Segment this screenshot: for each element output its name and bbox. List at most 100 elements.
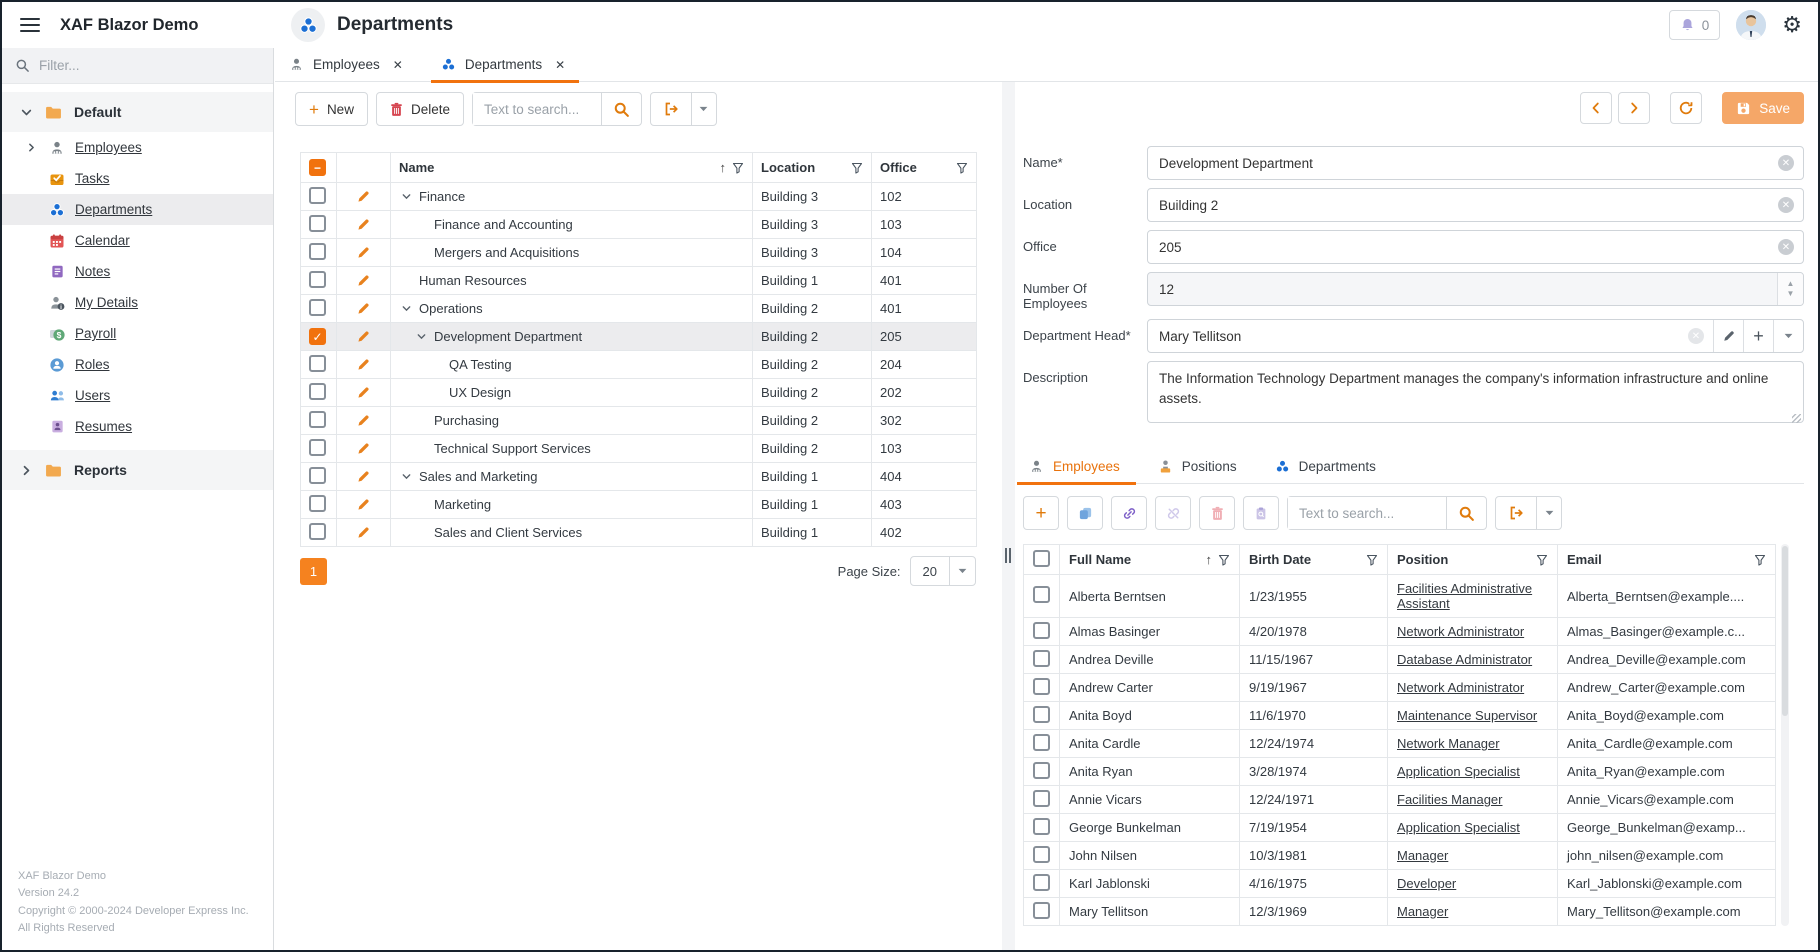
add-lookup-button[interactable]: + [1743,320,1773,352]
filter-icon[interactable] [1218,554,1230,566]
row-checkbox[interactable] [1033,586,1050,603]
row-checkbox[interactable] [309,271,326,288]
detail-tab-employees[interactable]: Employees [1029,450,1120,484]
edit-button[interactable] [337,323,391,351]
clone-button[interactable] [1067,496,1103,530]
table-row[interactable]: Andrea Deville 11/15/1967 Database Admin… [1024,646,1776,674]
column-header-position[interactable]: Position [1388,545,1558,575]
position-link[interactable]: Maintenance Supervisor [1397,708,1537,723]
sidebar-item-employees[interactable]: Employees [2,132,273,163]
edit-button[interactable] [337,239,391,267]
employees-count-input[interactable] [1148,282,1777,297]
description-textarea[interactable]: The Information Technology Department ma… [1147,361,1804,423]
row-checkbox[interactable] [1033,706,1050,723]
position-link[interactable]: Application Specialist [1397,764,1520,779]
save-button[interactable]: Save [1722,92,1804,124]
edit-button[interactable] [337,379,391,407]
export-button[interactable] [651,93,691,125]
sidebar-item-resumes[interactable]: Resumes [2,411,273,442]
edit-button[interactable] [337,351,391,379]
edit-button[interactable] [337,435,391,463]
row-checkbox[interactable] [309,355,326,372]
table-row[interactable]: George Bunkelman 7/19/1954 Application S… [1024,814,1776,842]
table-row[interactable]: Operations Building 2 401 [301,295,977,323]
row-checkbox[interactable] [1033,818,1050,835]
nav-group-reports[interactable]: Reports [2,450,273,490]
row-checkbox[interactable]: ✓ [309,328,326,345]
position-link[interactable]: Database Administrator [1397,652,1532,667]
open-dropdown-button[interactable] [1773,320,1803,352]
sidebar-item-departments[interactable]: Departments [2,194,273,225]
sidebar-item-my-details[interactable]: i My Details [2,287,273,318]
collapse-arrow-icon[interactable] [399,303,414,314]
scrollbar-thumb[interactable] [1782,546,1788,716]
page-size-select[interactable]: 20 [910,556,976,586]
column-header-office[interactable]: Office [872,153,977,183]
next-record-button[interactable] [1618,92,1650,124]
collapse-arrow-icon[interactable] [399,191,414,202]
add-button[interactable]: + [1023,496,1059,530]
chevron-right-icon[interactable] [24,142,39,153]
edit-button[interactable] [337,491,391,519]
user-avatar[interactable] [1736,10,1766,40]
name-input[interactable] [1148,156,1778,171]
row-checkbox[interactable] [309,439,326,456]
close-icon[interactable]: ✕ [393,58,403,72]
export-dropdown-button[interactable] [691,93,716,125]
collapse-arrow-icon[interactable] [399,471,414,482]
delete-button[interactable]: Delete [376,92,464,126]
position-link[interactable]: Network Administrator [1397,680,1524,695]
row-checkbox[interactable] [309,495,326,512]
export-button[interactable] [1496,497,1536,529]
column-header-email[interactable]: Email [1558,545,1776,575]
edit-lookup-button[interactable] [1713,320,1743,352]
page-button-1[interactable]: 1 [300,558,327,585]
table-row[interactable]: Human Resources Building 1 401 [301,267,977,295]
row-checkbox[interactable] [309,523,326,540]
pane-splitter[interactable] [1002,82,1015,950]
search-button[interactable] [601,93,641,125]
row-checkbox[interactable] [1033,790,1050,807]
clear-icon[interactable]: ✕ [1778,155,1794,171]
column-header-birth-date[interactable]: Birth Date [1240,545,1388,575]
row-checkbox[interactable] [309,411,326,428]
splitter-grip[interactable] [1005,548,1011,563]
row-checkbox[interactable] [309,215,326,232]
column-header-location[interactable]: Location [753,153,872,183]
detail-tab-departments[interactable]: Departments [1275,450,1376,484]
table-row[interactable]: Mergers and Acquisitions Building 3 104 [301,239,977,267]
select-all-checkbox[interactable]: − [309,159,326,176]
position-link[interactable]: Network Administrator [1397,624,1524,639]
search-input[interactable] [473,93,601,125]
position-link[interactable]: Application Specialist [1397,820,1520,835]
settings-gear-icon[interactable]: ⚙ [1782,14,1802,36]
collapse-arrow-icon[interactable] [414,331,429,342]
table-row[interactable]: Alberta Berntsen 1/23/1955 Facilities Ad… [1024,575,1776,618]
sidebar-item-roles[interactable]: Roles [2,349,273,380]
filter-input[interactable] [39,58,239,73]
previous-record-button[interactable] [1580,92,1612,124]
row-checkbox[interactable] [1033,762,1050,779]
filter-icon[interactable] [1754,554,1766,566]
sidebar-item-users[interactable]: Users [2,380,273,411]
table-row[interactable]: Almas Basinger 4/20/1978 Network Adminis… [1024,618,1776,646]
select-all-checkbox[interactable] [1033,550,1050,567]
edit-button[interactable] [337,519,391,547]
filter-icon[interactable] [956,162,968,174]
table-row[interactable]: Finance Building 3 102 [301,183,977,211]
table-row[interactable]: Mary Tellitson 12/3/1969 Manager Mary_Te… [1024,898,1776,926]
filter-icon[interactable] [1536,554,1548,566]
table-row[interactable]: Sales and Marketing Building 1 404 [301,463,977,491]
position-link[interactable]: Manager [1397,848,1448,863]
detail-tab-positions[interactable]: Positions [1158,450,1237,484]
filter-icon[interactable] [1366,554,1378,566]
chevron-down-icon[interactable] [949,557,975,585]
filter-icon[interactable] [732,162,744,174]
row-checkbox[interactable] [1033,874,1050,891]
sidebar-item-calendar[interactable]: Calendar [2,225,273,256]
table-row[interactable]: UX Design Building 2 202 [301,379,977,407]
tab-employees[interactable]: Employees ✕ [289,48,403,82]
table-row[interactable]: Karl Jablonski 4/16/1975 Developer Karl_… [1024,870,1776,898]
edit-button[interactable] [337,267,391,295]
export-dropdown-button[interactable] [1536,497,1561,529]
